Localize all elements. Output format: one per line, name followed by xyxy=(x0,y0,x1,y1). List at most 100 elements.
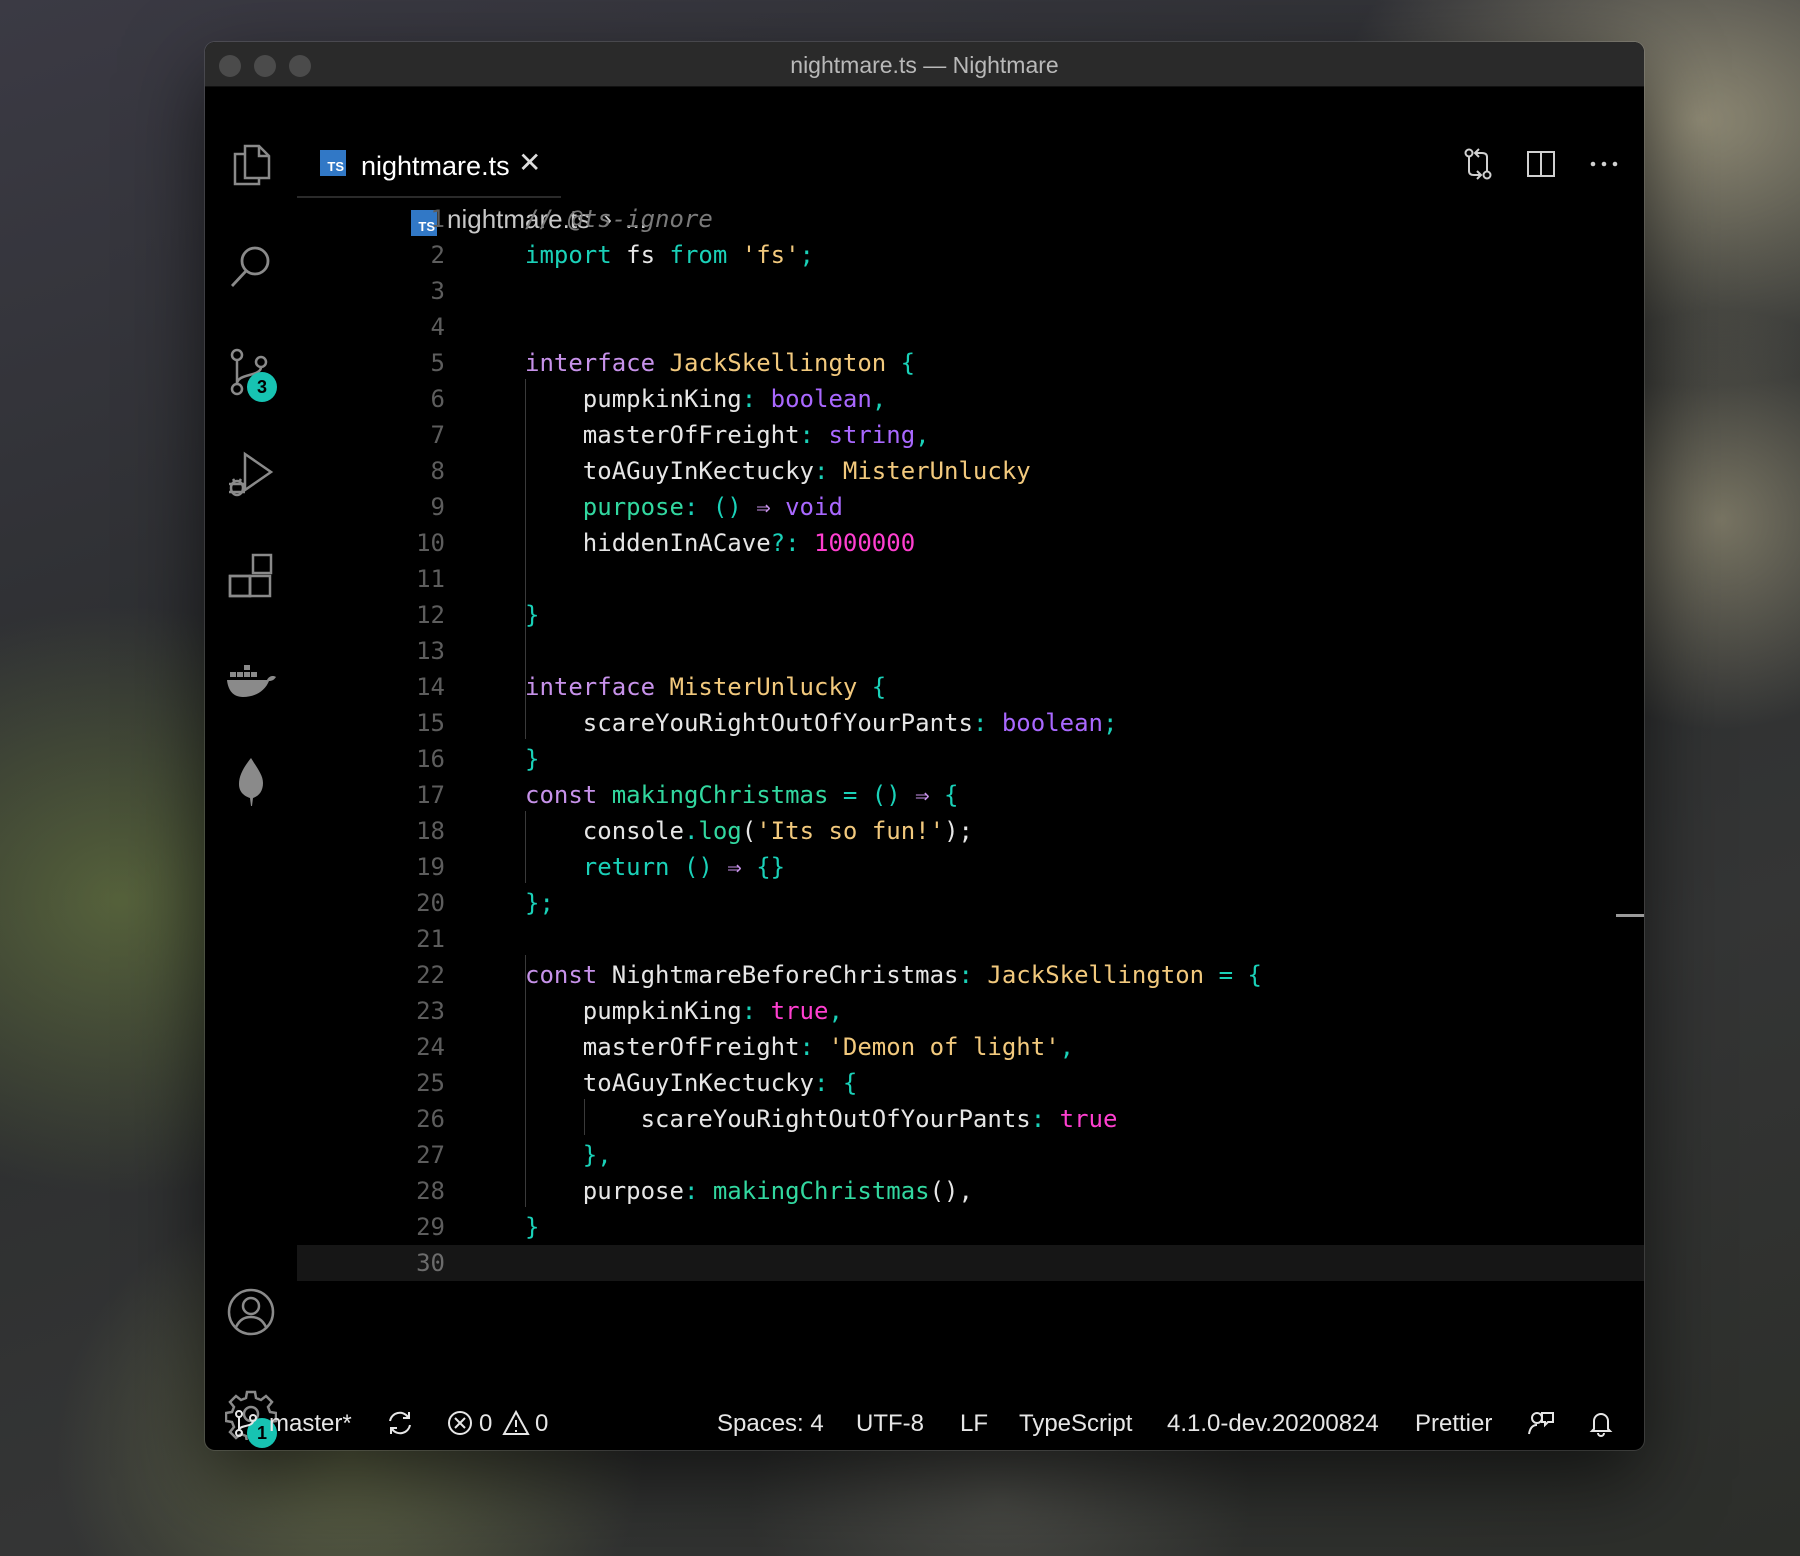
code-line[interactable]: 22 const NightmareBeforeChristmas: JackSk… xyxy=(297,957,1644,993)
line-number: 25 xyxy=(416,1069,445,1097)
code-token: = { xyxy=(1204,961,1262,989)
search-icon[interactable] xyxy=(225,241,277,293)
mongodb-leaf-icon[interactable] xyxy=(225,756,277,808)
line-number: 19 xyxy=(416,853,445,881)
code-line[interactable]: 8 toAGuyInKectucky: MisterUnlucky xyxy=(297,453,1644,489)
code-token: ( xyxy=(741,817,757,845)
code-line[interactable]: 24 masterOfFreight: 'Demon of light', xyxy=(297,1029,1644,1065)
window-title: nightmare.ts — Nightmare xyxy=(790,52,1059,78)
line-number: 17 xyxy=(416,781,445,809)
code-token: ; xyxy=(1103,709,1118,737)
line-content: const NightmareBeforeChristmas: JackSkel… xyxy=(525,957,1262,993)
line-number: 30 xyxy=(416,1249,445,1277)
code-line[interactable]: 15 scareYouRightOutOfYourPants: boolean; xyxy=(297,705,1644,741)
line-content: masterOfFreight: string, xyxy=(525,417,930,453)
code-line[interactable]: 23 pumpkinKing: true, xyxy=(297,993,1644,1029)
code-line[interactable]: 20}; xyxy=(297,885,1644,921)
code-token: scareYouRightOutOfYourPants xyxy=(525,709,973,737)
code-token: ?: xyxy=(770,529,814,557)
code-token: : xyxy=(799,421,829,449)
code-line[interactable]: 2 import fs from 'fs'; xyxy=(297,237,1644,273)
code-token: { xyxy=(886,349,916,377)
line-number: 9 xyxy=(430,493,445,521)
code-line[interactable]: 21 xyxy=(297,921,1644,957)
code-line[interactable]: 10 hiddenInACave?: 1000000 xyxy=(297,525,1644,561)
more-actions-icon[interactable] xyxy=(1586,146,1622,182)
code-line[interactable]: 27 }, xyxy=(297,1137,1644,1173)
formatter-status[interactable]: Prettier xyxy=(1415,1410,1492,1438)
line-number: 8 xyxy=(430,457,445,485)
code-editor[interactable]: 1 // @ts-ignore 2 import fs from 'fs'; 3 4 5 in… xyxy=(297,199,1644,1324)
source-control-icon[interactable]: 3 xyxy=(225,346,277,402)
code-line[interactable]: 12} xyxy=(297,597,1644,633)
line-number: 27 xyxy=(416,1141,445,1169)
line-number: 21 xyxy=(416,925,445,953)
line-number: 4 xyxy=(430,313,445,341)
code-token: }; xyxy=(525,889,554,917)
code-line[interactable]: 25 toAGuyInKectucky: { xyxy=(297,1065,1644,1101)
code-line[interactable]: 30 xyxy=(297,1245,1644,1281)
code-line[interactable]: 17 const makingChristmas = () ⇒ { xyxy=(297,777,1644,813)
feedback-icon[interactable] xyxy=(1526,1408,1556,1438)
language-mode[interactable]: TypeScript xyxy=(1019,1410,1132,1438)
line-content: purpose: () ⇒ void xyxy=(525,489,843,525)
code-line[interactable]: 6 pumpkinKing: boolean, xyxy=(297,381,1644,417)
split-editor-icon[interactable] xyxy=(1523,146,1559,182)
code-line[interactable]: 3 xyxy=(297,273,1644,309)
warning-count[interactable]: 0 xyxy=(535,1410,548,1438)
code-token: makingChristmas xyxy=(597,781,829,809)
account-icon[interactable] xyxy=(225,1286,277,1338)
code-line[interactable]: 5 interface JackSkellington { xyxy=(297,345,1644,381)
code-line[interactable]: 9 purpose: () ⇒ void xyxy=(297,489,1644,525)
line-number: 7 xyxy=(430,421,445,449)
branch-status[interactable]: master* xyxy=(269,1410,352,1438)
extensions-icon[interactable] xyxy=(225,551,277,603)
line-number: 23 xyxy=(416,997,445,1025)
code-line[interactable]: 19 return () ⇒ {} xyxy=(297,849,1644,885)
activity-bar: 3 1 xyxy=(205,86,297,1450)
code-token: 'Its so fun!' xyxy=(756,817,945,845)
eol-status[interactable]: LF xyxy=(960,1410,988,1438)
code-line[interactable]: 7 masterOfFreight: string, xyxy=(297,417,1644,453)
warning-icon[interactable] xyxy=(501,1408,531,1438)
files-icon[interactable] xyxy=(225,138,277,190)
line-content: hiddenInACave?: 1000000 xyxy=(525,525,915,561)
typescript-version[interactable]: 4.1.0-dev.20200824 xyxy=(1167,1410,1379,1438)
open-changes-icon[interactable] xyxy=(1460,146,1496,182)
line-content: masterOfFreight: 'Demon of light', xyxy=(525,1029,1074,1065)
line-content: const makingChristmas = () ⇒ { xyxy=(525,777,959,813)
code-token: purpose xyxy=(525,493,684,521)
code-line[interactable]: 4 xyxy=(297,309,1644,345)
code-token: : xyxy=(799,1033,829,1061)
code-token: toAGuyInKectucky xyxy=(525,457,814,485)
encoding-status[interactable]: UTF-8 xyxy=(856,1410,924,1438)
code-token: true xyxy=(1059,1105,1118,1133)
line-content: purpose: makingChristmas(), xyxy=(525,1173,973,1209)
code-line[interactable]: 16} xyxy=(297,741,1644,777)
line-number: 5 xyxy=(430,349,445,377)
code-line[interactable]: 29} xyxy=(297,1209,1644,1245)
code-line[interactable]: 18 console.log('Its so fun!'); xyxy=(297,813,1644,849)
run-debug-icon[interactable] xyxy=(225,448,277,500)
tab-nightmare-ts[interactable]: TS nightmare.ts ✕ xyxy=(297,86,561,198)
docker-icon[interactable] xyxy=(225,654,277,706)
code-line[interactable]: 11 xyxy=(297,561,1644,597)
code-token: console xyxy=(525,817,684,845)
code-token: }, xyxy=(525,1141,612,1169)
notifications-bell-icon[interactable] xyxy=(1586,1408,1616,1438)
code-token: const xyxy=(525,961,598,989)
code-line[interactable]: 13 xyxy=(297,633,1644,669)
code-line[interactable]: 26 scareYouRightOutOfYourPants: true xyxy=(297,1101,1644,1137)
code-line[interactable]: 28 purpose: makingChristmas(), xyxy=(297,1173,1644,1209)
error-icon[interactable] xyxy=(445,1408,475,1438)
code-line[interactable]: 1 // @ts-ignore xyxy=(297,201,1644,237)
indentation-status[interactable]: Spaces: 4 xyxy=(717,1410,824,1438)
line-content: }; xyxy=(525,885,554,921)
error-count[interactable]: 0 xyxy=(479,1410,492,1438)
code-token: , xyxy=(1059,1033,1075,1061)
line-number: 6 xyxy=(430,385,445,413)
code-token: } xyxy=(525,745,540,773)
sync-icon[interactable] xyxy=(385,1408,415,1438)
close-tab-icon[interactable]: ✕ xyxy=(518,149,541,177)
code-line[interactable]: 14 interface MisterUnlucky { xyxy=(297,669,1644,705)
